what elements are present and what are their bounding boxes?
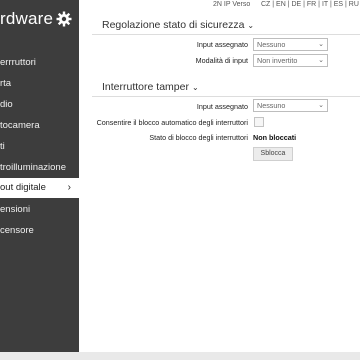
sidebar-item-input-digitale[interactable]: out digitale › [0, 178, 79, 198]
language-switcher[interactable]: CZ | EN | DE | FR | IT | ES | RU [261, 1, 359, 8]
auto-lock-checkbox[interactable] [254, 117, 264, 127]
lock-status-label: Stato di blocco degli interruttori [149, 133, 248, 142]
sidebar-item-label: ensioni [0, 204, 31, 215]
input-mode-label: Modalità di input [195, 56, 248, 65]
chevron-down-icon: ⌄ [191, 83, 199, 92]
sidebar-item-retroilluminazione[interactable]: troilluminazione [0, 158, 79, 178]
select-value: Nessuno [257, 101, 286, 110]
chevron-down-icon: ⌄ [247, 21, 255, 30]
select-value: Non invertito [257, 56, 298, 65]
input-assigned-label: Input assegnato [196, 40, 248, 49]
section-divider [92, 96, 360, 97]
sidebar-item-interruttori[interactable]: errruttori [0, 53, 79, 73]
sidebar-item-label: tocamera [0, 120, 40, 131]
sidebar-item-audio[interactable]: dio [0, 95, 79, 115]
gear-icon[interactable] [56, 11, 72, 27]
bottom-bar [0, 352, 360, 360]
sidebar-item-tasti[interactable]: ti [0, 137, 79, 157]
tamper-input-label: Input assegnato [196, 102, 248, 111]
section-divider [92, 34, 360, 35]
section-title: Regolazione stato di sicurezza [102, 19, 245, 31]
lock-status-value: Non bloccati [253, 133, 297, 142]
sidebar-item-label: censore [0, 225, 34, 236]
product-name: 2N IP Verso [213, 1, 251, 8]
tamper-input-select[interactable]: Nessuno ⌄ [253, 99, 328, 112]
sidebar-item-porta[interactable]: rta [0, 74, 79, 94]
sidebar-item-label: out digitale [0, 182, 46, 193]
sidebar-item-sensore[interactable]: censore [0, 221, 79, 241]
sidebar-item-videocamera[interactable]: tocamera [0, 116, 79, 136]
sidebar-title: rdware [0, 9, 54, 28]
sidebar-item-label: ti [0, 141, 5, 152]
sidebar-item-label: troilluminazione [0, 162, 67, 173]
sidebar-item-estensioni[interactable]: ensioni [0, 200, 79, 220]
sidebar-item-label: dio [0, 99, 13, 110]
sidebar-item-label: errruttori [0, 57, 36, 68]
chevron-right-icon: › [67, 182, 71, 193]
section-title: Interruttore tamper [102, 81, 189, 93]
chevron-down-icon: ⌄ [318, 102, 324, 109]
sidebar-item-label: rta [0, 78, 12, 89]
section-header-safety[interactable]: Regolazione stato di sicurezza ⌄ [102, 19, 254, 31]
auto-lock-label: Consentire il blocco automatico degli in… [96, 118, 248, 127]
chevron-down-icon: ⌄ [318, 57, 324, 64]
select-value: Nessuno [257, 40, 286, 49]
input-mode-select[interactable]: Non invertito ⌄ [253, 54, 328, 67]
input-assigned-select[interactable]: Nessuno ⌄ [253, 38, 328, 51]
section-header-tamper[interactable]: Interruttore tamper ⌄ [102, 81, 199, 93]
unlock-button[interactable]: Sblocca [253, 147, 293, 161]
chevron-down-icon: ⌄ [318, 41, 324, 48]
sidebar: rdware errruttori rta dio tocamera ti tr… [0, 0, 79, 352]
